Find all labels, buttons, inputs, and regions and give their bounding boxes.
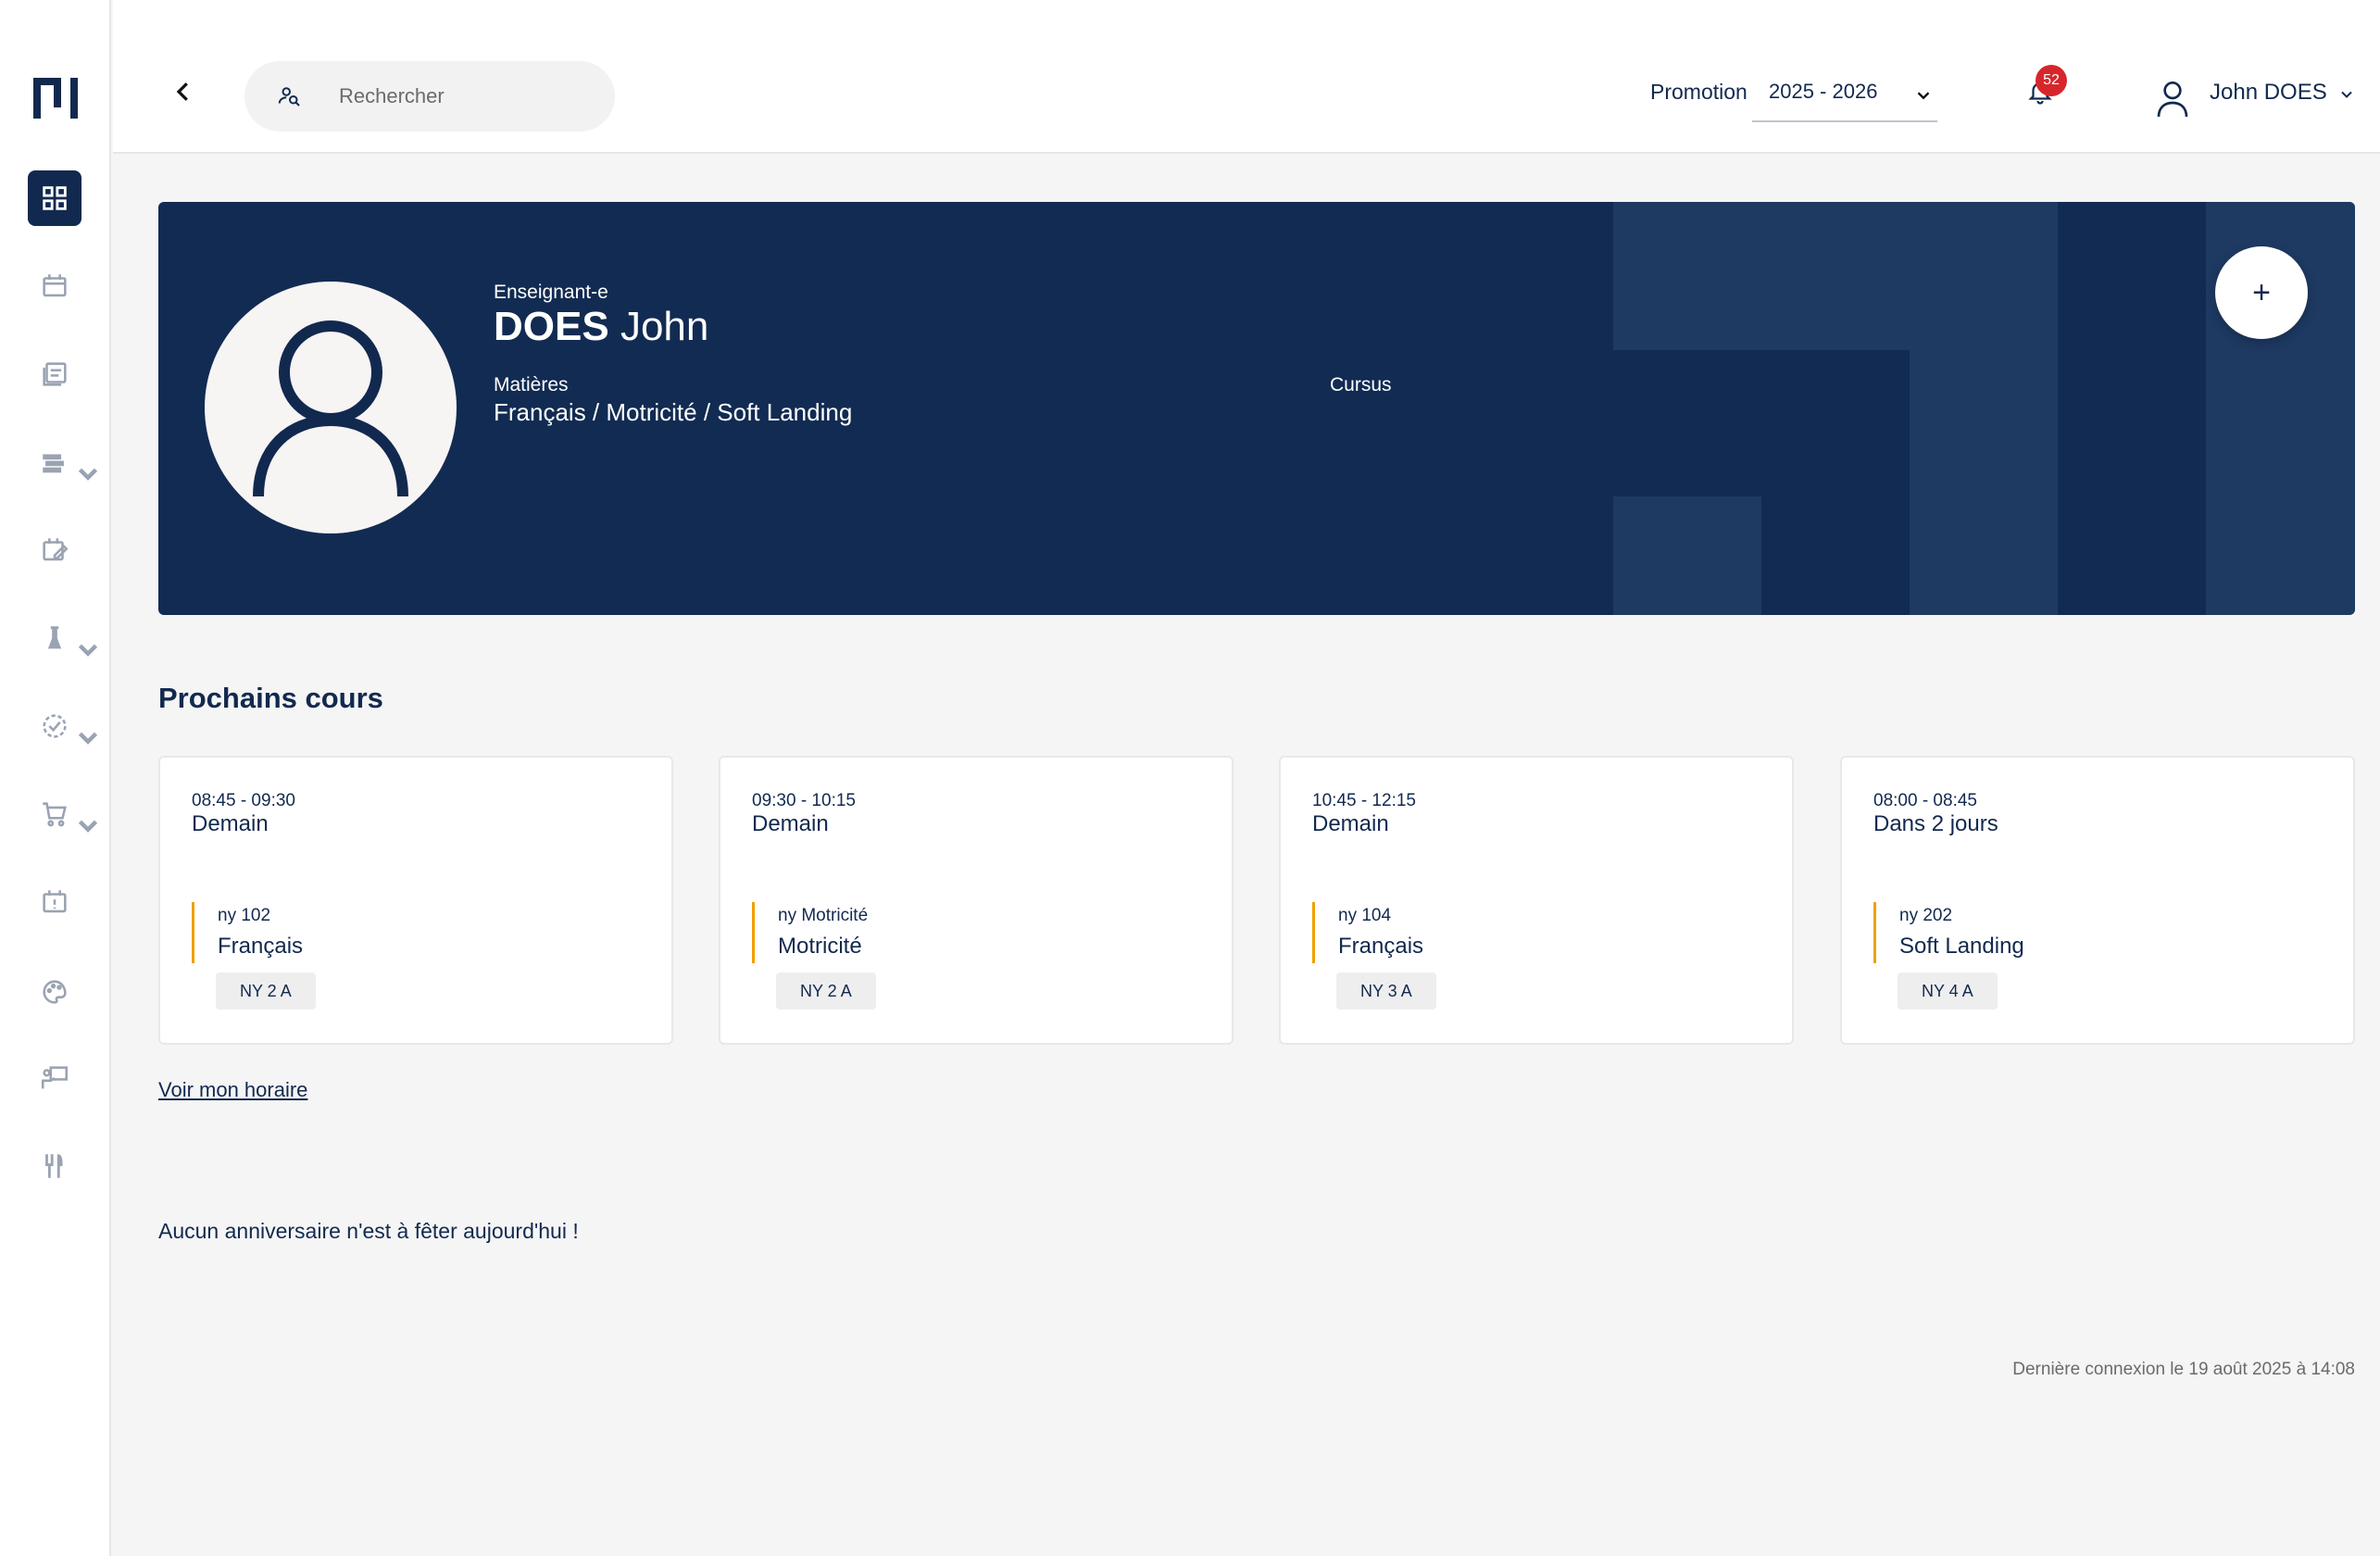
chevron-down-icon (78, 732, 98, 745)
course-time: 08:45 - 09:30 (192, 791, 295, 810)
sidebar-item-teaching[interactable] (28, 1050, 81, 1106)
course-accent-bar (752, 902, 755, 963)
top-bar: Promotion 2025 - 2026 52 John DOES (113, 0, 2380, 154)
course-card[interactable]: 09:30 - 10:15 Demain ny Motricité Motric… (719, 756, 1234, 1045)
course-class-tag: NY 2 A (216, 972, 316, 1010)
app-logo[interactable] (33, 78, 78, 119)
course-when: Dans 2 jours (1873, 811, 1998, 836)
course-accent-bar (1312, 902, 1315, 963)
course-room: ny 102 (218, 906, 271, 925)
course-card[interactable]: 10:45 - 12:15 Demain ny 104 Français NY … (1279, 756, 1794, 1045)
section-title: Prochains cours (158, 682, 383, 714)
sidebar-item-attendance[interactable] (28, 698, 98, 754)
course-when: Demain (1312, 811, 1389, 836)
course-room: ny 202 (1899, 906, 1953, 925)
chevron-down-icon (1917, 92, 1930, 100)
profile-role: Enseignant-e (494, 282, 608, 303)
course-card[interactable]: 08:45 - 09:30 Demain ny 102 Français NY … (158, 756, 673, 1045)
banner-decoration (1910, 202, 2058, 615)
promotion-label: Promotion (1650, 80, 1747, 104)
calendar-edit-icon (43, 538, 69, 561)
cart-icon (43, 802, 67, 827)
user-name[interactable]: John DOES (2210, 80, 2327, 106)
chevron-down-icon[interactable] (2337, 85, 2356, 104)
restaurant-icon (45, 1154, 63, 1178)
course-accent-bar (192, 902, 194, 963)
banner-decoration (1613, 202, 1910, 350)
dashboard-icon (43, 186, 67, 210)
course-room: ny 104 (1338, 906, 1392, 925)
sidebar-item-dashboard[interactable] (28, 170, 81, 226)
sidebar-item-gradebook[interactable] (28, 346, 81, 402)
profile-last-name: DOES (494, 304, 609, 349)
sidebar-item-books[interactable] (28, 434, 98, 490)
course-time: 10:45 - 12:15 (1312, 791, 1416, 810)
course-when: Demain (752, 811, 829, 836)
flask-icon (47, 626, 62, 649)
banner-decoration (1613, 496, 1761, 615)
calendar-alert-icon (43, 890, 67, 913)
sidebar-item-events[interactable] (28, 874, 81, 930)
birthday-message: Aucun anniversaire n'est à fêter aujourd… (158, 1219, 579, 1243)
profile-name: DOES John (494, 304, 708, 350)
sidebar-item-shop[interactable] (28, 786, 98, 842)
plus-icon: + (2252, 274, 2271, 310)
notification-badge: 52 (2036, 65, 2067, 96)
search-user-icon (278, 87, 300, 107)
promotion-select[interactable]: 2025 - 2026 (1752, 74, 1937, 122)
chevron-down-icon (78, 468, 98, 481)
back-button[interactable] (167, 72, 200, 111)
course-accent-bar (1873, 902, 1876, 963)
course-subject: Français (218, 934, 304, 959)
course-card[interactable]: 08:00 - 08:45 Dans 2 jours ny 202 Soft L… (1840, 756, 2355, 1045)
user-silhouette-icon (253, 320, 408, 497)
course-subject: Motricité (778, 934, 862, 959)
course-room: ny Motricité (778, 906, 869, 925)
sidebar-item-activities[interactable] (28, 964, 81, 1020)
course-class-tag: NY 4 A (1898, 972, 1998, 1010)
check-circle-icon (43, 714, 67, 738)
sidebar (0, 0, 111, 1556)
books-icon (43, 454, 64, 473)
profile-banner: Enseignant-e DOES John Matières Français… (158, 202, 2355, 615)
subjects-value: Français / Motricité / Soft Landing (494, 398, 853, 426)
palette-icon (43, 980, 67, 1004)
sidebar-item-lab[interactable] (28, 610, 98, 666)
profile-avatar (205, 282, 457, 533)
gradebook-icon (43, 362, 67, 386)
profile-first-name: John (620, 304, 709, 349)
search-bar[interactable] (244, 61, 615, 132)
promotion-value: 2025 - 2026 (1769, 80, 1878, 103)
teacher-board-icon (41, 1066, 69, 1089)
course-class-tag: NY 2 A (776, 972, 876, 1010)
course-when: Demain (192, 811, 269, 836)
sidebar-item-planning[interactable] (28, 522, 81, 578)
course-subject: Soft Landing (1899, 934, 2024, 959)
calendar-icon (43, 274, 67, 297)
subjects-label: Matières (494, 374, 569, 395)
cursus-label: Cursus (1330, 374, 1392, 395)
user-icon[interactable] (2154, 78, 2191, 119)
add-button[interactable]: + (2215, 246, 2308, 339)
sidebar-item-calendar[interactable] (28, 258, 81, 314)
chevron-down-icon (78, 820, 98, 833)
sidebar-item-canteen[interactable] (28, 1138, 81, 1194)
course-time: 09:30 - 10:15 (752, 791, 856, 810)
chevron-left-icon (176, 82, 188, 101)
chevron-down-icon (78, 644, 98, 657)
course-time: 08:00 - 08:45 (1873, 791, 1977, 810)
course-class-tag: NY 3 A (1336, 972, 1436, 1010)
search-input[interactable] (339, 84, 598, 108)
course-subject: Français (1338, 934, 1424, 959)
last-login-text: Dernière connexion le 19 août 2025 à 14:… (2012, 1360, 2355, 1379)
view-schedule-link[interactable]: Voir mon horaire (158, 1078, 307, 1102)
